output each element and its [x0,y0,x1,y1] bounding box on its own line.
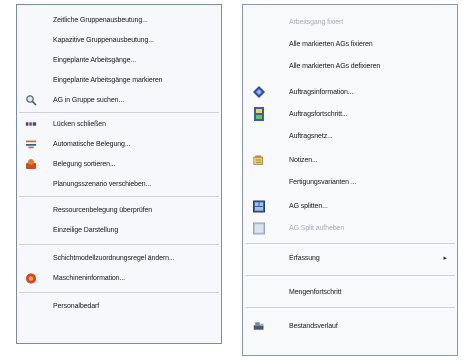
menu-item-capacity-group-utilization[interactable]: Kapazitive Gruppenausbeutung... [17,31,221,49]
menu-item-fix-marked-ops[interactable]: Alle markierten AGs fixieren [243,35,457,53]
automatic-assignment-icon [25,138,37,150]
menu-item-mark-planned-operations[interactable]: Eingeplante Arbeitsgänge markieren [17,71,221,89]
menu-item-stock-history[interactable]: Bestandsverlauf [243,317,457,335]
menu-item-label: Auftragsinformation... [289,88,354,96]
menu-separator [245,275,455,276]
menu-item-label: Maschineninformation... [53,274,126,282]
menu-separator [245,243,455,244]
menu-item-label: Einzeilige Darstellung [53,226,119,234]
menu-item-order-progress[interactable]: Auftragsfortschritt... [243,105,457,123]
cancel-split-icon [253,222,265,234]
menu-item-label: Ressourcenbelegung überprüfen [53,206,153,214]
menu-item-label: Belegung sortieren... [53,160,116,168]
menu-item-find-op-in-group[interactable]: AG in Gruppe suchen... [17,91,221,109]
menu-item-quantity-progress[interactable]: Mengenfortschritt [243,283,457,301]
menu-item-cancel-split: AG Split aufheben [243,219,457,237]
menu-item-label: Notizen... [289,156,318,164]
context-menu-left: Zeitliche Gruppenausbeutung... Kapazitiv… [16,4,222,344]
machine-info-icon [25,272,37,284]
menu-item-label: AG splitten... [289,202,328,210]
menu-item-notes[interactable]: Notizen... [243,151,457,169]
menu-item-label: Erfassung [289,254,320,262]
menu-item-production-variants[interactable]: Fertigungsvarianten ... [243,173,457,191]
menu-separator [19,196,219,197]
notes-icon [253,154,265,166]
menu-item-sort-assignment[interactable]: Belegung sortieren... [17,155,221,173]
menu-item-label: Eingeplante Arbeitsgänge markieren [53,76,163,84]
magnifier-icon [25,94,37,106]
menu-item-label: Automatische Belegung... [53,140,131,148]
menu-separator [19,112,219,113]
menu-item-order-network[interactable]: Auftragsnetz... [243,127,457,145]
menu-item-label: Personalbedarf [53,302,100,310]
menu-item-label: AG in Gruppe suchen... [53,96,124,104]
menu-item-label: Planungsszenario verschieben... [53,180,152,188]
menu-item-change-shift-model-rule[interactable]: Schichtmodellzuordnungsregel ändern... [17,249,221,267]
menu-item-move-planning-scenario[interactable]: Planungsszenario verschieben... [17,175,221,193]
menu-item-label: Alle markierten AGs defixieren [289,62,381,70]
menu-item-unfix-marked-ops[interactable]: Alle markierten AGs defixieren [243,57,457,75]
menu-item-label: Eingeplante Arbeitsgänge... [53,56,136,64]
menu-item-operation-fixed: Arbeitsgang fixiert [243,13,457,31]
menu-item-label: Mengenfortschritt [289,288,342,296]
order-progress-icon [253,107,265,121]
menu-separator [19,292,219,293]
menu-separator [245,307,455,308]
menu-item-check-resource-assignment[interactable]: Ressourcenbelegung überprüfen [17,201,221,219]
menu-item-label: Bestandsverlauf [289,322,338,330]
menu-item-recording-submenu[interactable]: Erfassung ▸ [243,249,457,267]
menu-item-automatic-assignment[interactable]: Automatische Belegung... [17,135,221,153]
menu-item-time-group-utilization[interactable]: Zeitliche Gruppenausbeutung... [17,11,221,29]
menu-item-label: Lücken schließen [53,120,106,128]
menu-item-single-line-view[interactable]: Einzeilige Darstellung [17,221,221,239]
order-info-diamond-icon [253,86,265,98]
menu-separator [19,244,219,245]
menu-item-label: Auftragsfortschritt... [289,110,348,118]
close-gaps-icon [25,118,37,130]
menu-item-personnel-demand[interactable]: Personalbedarf [17,297,221,315]
menu-item-order-information[interactable]: Auftragsinformation... [243,83,457,101]
menu-item-machine-information[interactable]: Maschineninformation... [17,269,221,287]
menu-item-close-gaps[interactable]: Lücken schließen [17,115,221,133]
menu-item-split-operation[interactable]: AG splitten... [243,197,457,215]
menu-item-planned-operations[interactable]: Eingeplante Arbeitsgänge... [17,51,221,69]
sort-assignment-icon [25,158,37,170]
menu-item-label: Fertigungsvarianten ... [289,178,357,186]
stock-history-icon [253,320,265,332]
menu-item-label: Schichtmodellzuordnungsregel ändern... [53,254,175,262]
menu-item-label: Auftragsnetz... [289,132,333,140]
menu-item-label: AG Split aufheben [289,224,345,232]
menu-item-label: Alle markierten AGs fixieren [289,40,373,48]
menu-item-label: Zeitliche Gruppenausbeutung... [53,16,148,24]
menu-item-label: Arbeitsgang fixiert [289,18,344,26]
menu-item-label: Kapazitive Gruppenausbeutung... [53,36,154,44]
submenu-arrow-icon: ▸ [443,255,447,262]
split-operation-icon [253,200,265,212]
context-menu-right: Arbeitsgang fixiert Alle markierten AGs … [242,4,458,356]
